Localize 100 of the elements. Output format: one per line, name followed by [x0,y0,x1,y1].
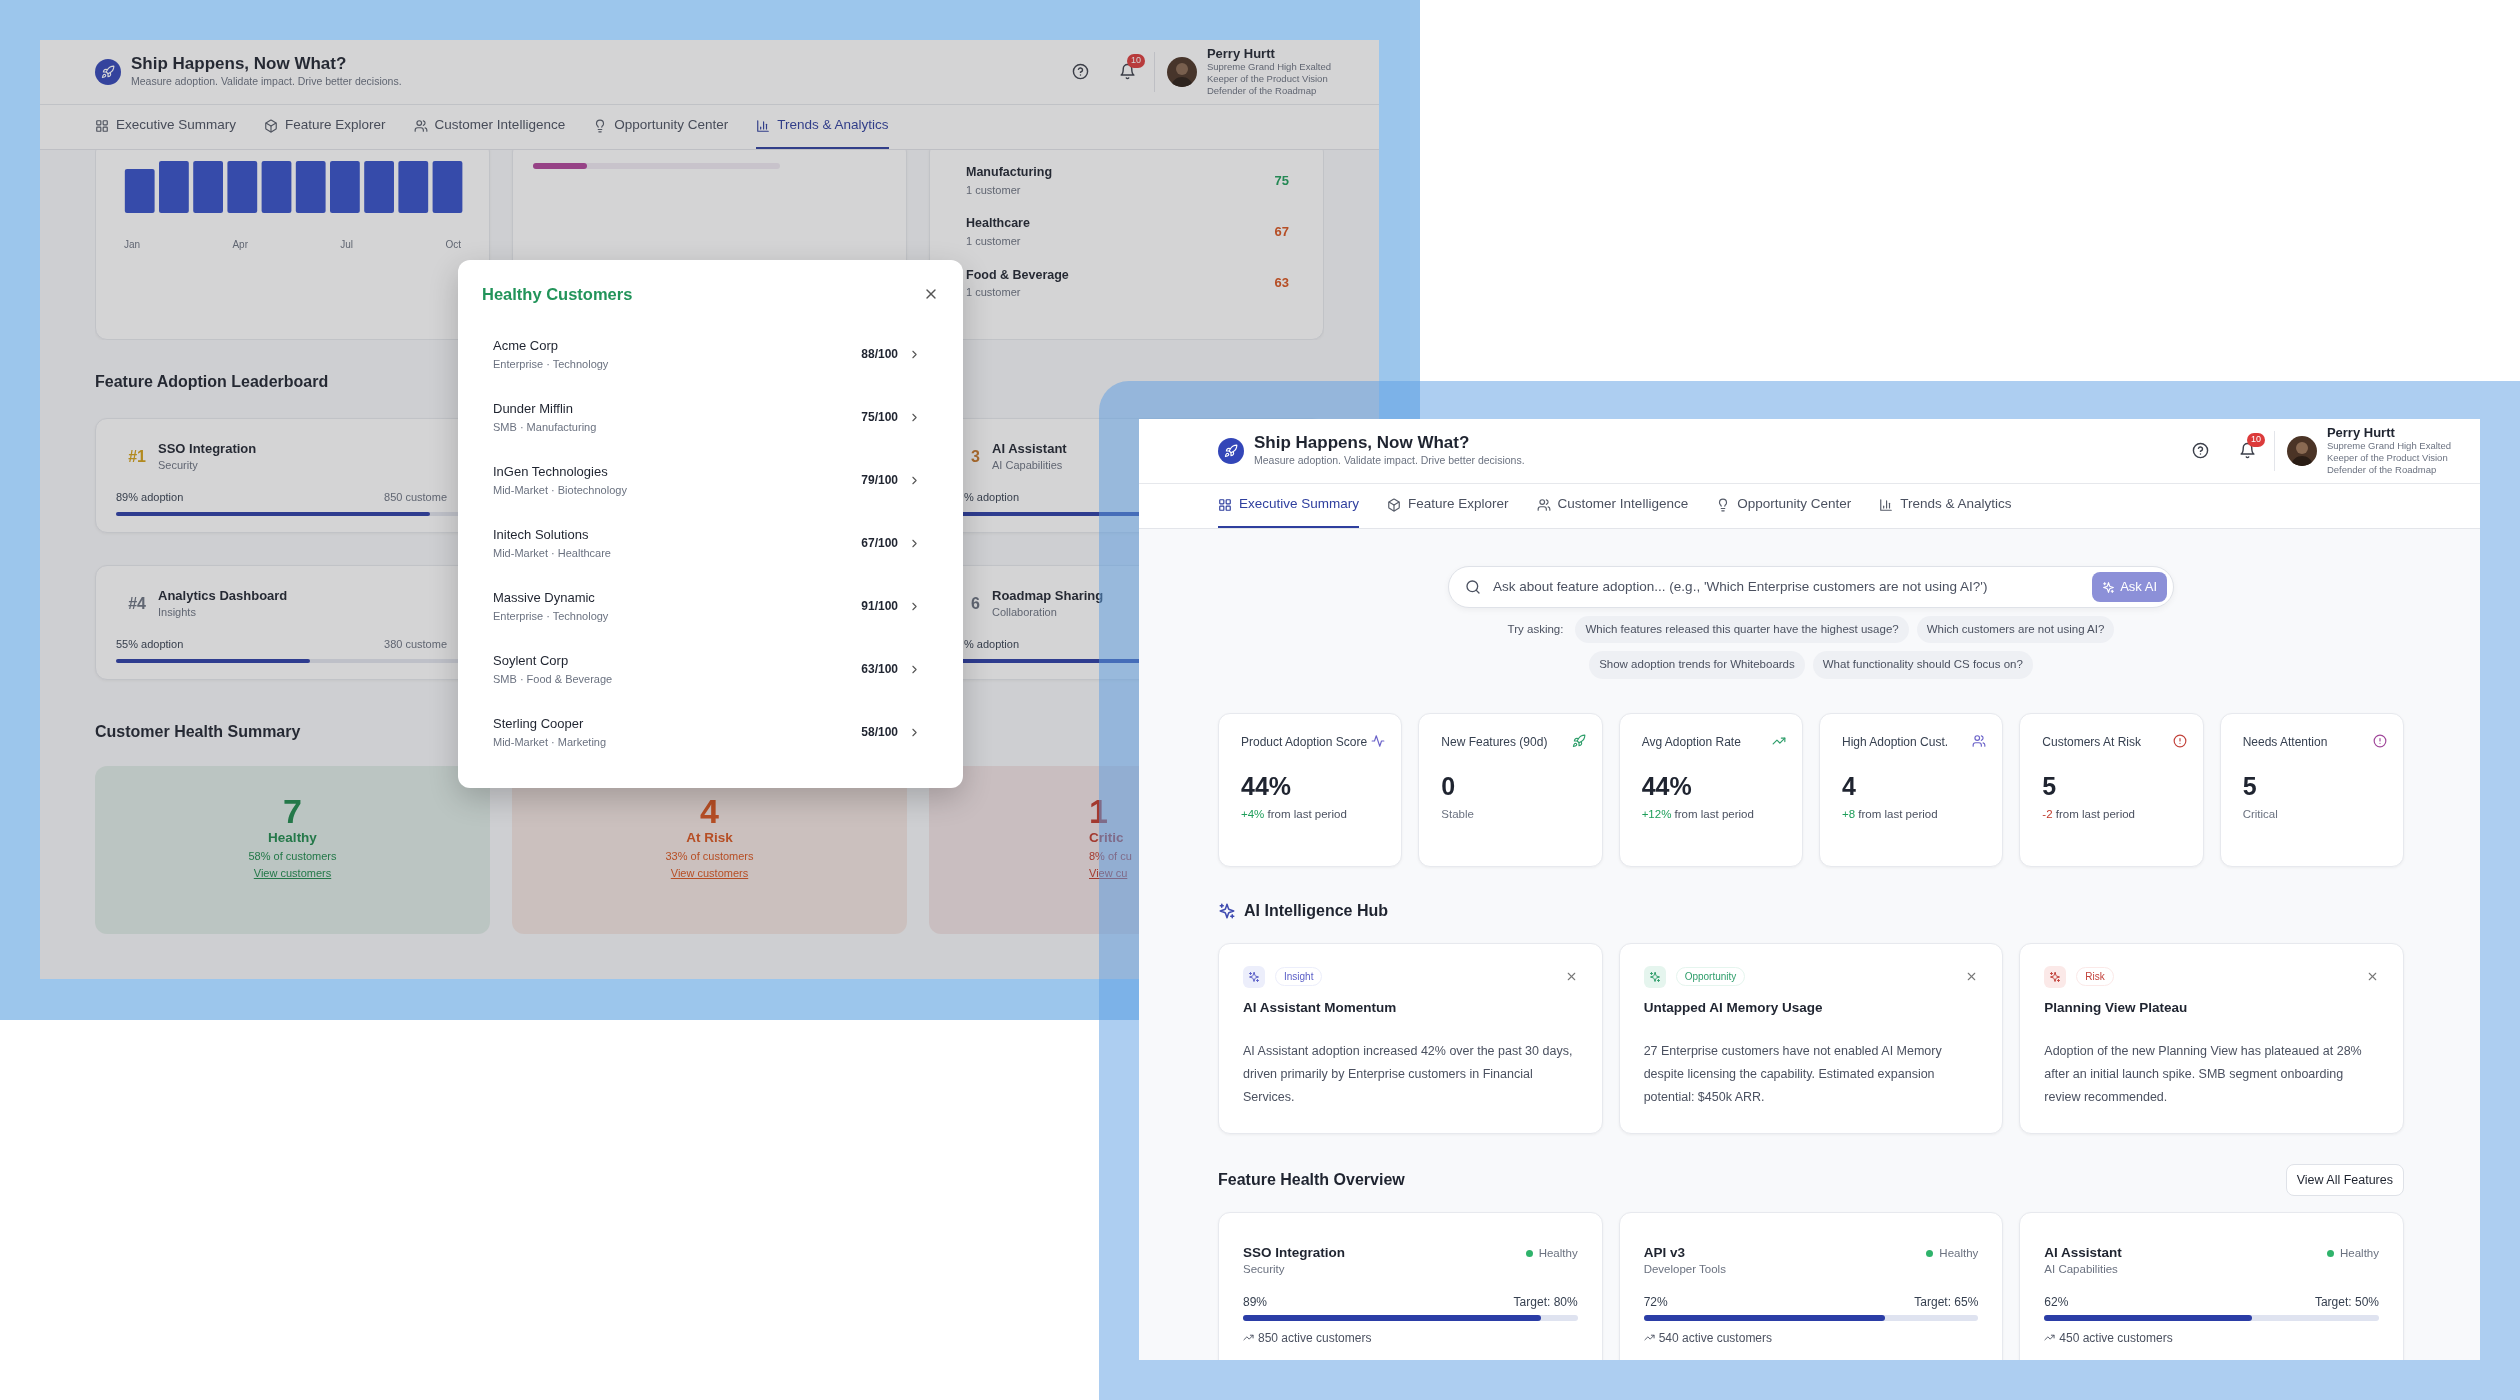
bell-icon[interactable] [1118,63,1136,81]
insight-text: AI Assistant adoption increased 42% over the past 30 days, driven primarily by Enterprise customers in Financial Services. [1243,1042,1574,1106]
suggestion-chip[interactable]: What functionality should CS focus on? [1812,651,2033,679]
metric-change: +12% from last period [1641,807,1755,823]
app-title: Ship Happens, Now What? [1254,433,1471,453]
active-customers: 450 active customers [2059,1329,2173,1347]
app-title: Ship Happens, Now What? [131,54,348,74]
pulse-icon [1371,733,1386,748]
metric-change: +4% from last period [1241,807,1348,823]
customer-row[interactable]: Initech Solutions Mid-Market · Healthcare 67/100 [482,511,939,575]
customer-details: Mid-Market · Biotechnology [493,482,627,498]
customer-row[interactable]: Soylent Corp SMB · Food & Beverage 63/100 [482,637,939,701]
customer-row[interactable]: InGen Technologies Mid-Market · Biotechnology 79/100 [482,448,939,512]
health-score: 88/100 [861,346,898,364]
nav-tab[interactable]: Feature Explorer [264,104,386,149]
help-icon[interactable] [2191,442,2209,460]
feature-category: Insights [158,604,197,620]
insight-tag: Insight [1275,967,1323,986]
industry-name: Food & Beverage [966,266,1069,284]
customer-count: 380 custome [384,637,447,653]
axis-label: Jan [124,238,141,252]
metric-change: Critical [2242,807,2279,823]
feature-name: Roadmap Sharing [992,588,1104,604]
user-title: Defender of the Roadmap [2326,464,2438,476]
suggestion-chip[interactable]: Show adoption trends for Whiteboards [1589,651,1805,679]
user-title: Supreme Grand High Exalted [2326,440,2451,453]
rank-label: 6 [970,594,980,615]
insight-text: 27 Enterprise customers have not enabled AI Memory despite licensing the capability. Estimated expansion potential: $450k ARR. [1643,1042,1943,1106]
section-title: Customer Health Summary [95,722,301,742]
adoption-rate: % adoption [964,637,1020,653]
bell-icon[interactable] [2238,442,2256,460]
nav-tab[interactable]: Opportunity Center [593,104,729,149]
active-customers: 850 active customers [1258,1329,1372,1347]
section-title: Feature Health Overview [1218,1169,1405,1190]
chart-bar [432,161,463,213]
status-label: Healthy [1939,1246,1979,1262]
alert-icon [2373,733,2387,748]
customer-name: Dunder Mifflin [493,400,574,419]
customer-count: 1 customer [966,234,1022,249]
customer-share: 8% of cu [1089,849,1132,865]
chart-bar [398,161,429,213]
status-label: Healthy [1538,1246,1578,1262]
avatar[interactable] [1166,57,1197,87]
metric-label: High Adoption Cust. [1842,733,1949,751]
metric-value: 44% [1241,772,1293,801]
feature-category: Developer Tools [1643,1262,1726,1278]
view-customers-link[interactable]: View cu [1089,864,1128,882]
insight-title: Untapped AI Memory Usage [1643,998,1824,1017]
view-all-button[interactable]: View All Features [2285,1163,2404,1197]
alert-icon [2172,733,2187,748]
nav-tab[interactable]: Opportunity Center [1716,483,1852,528]
suggestion-chip[interactable]: Which features released this quarter have the highest usage? [1575,616,1909,644]
chart-bar [295,161,326,213]
customer-name: Initech Solutions [493,526,590,545]
customer-name: Sterling Cooper [493,715,585,734]
nav-tab[interactable]: Feature Explorer [1387,483,1509,528]
prompt-label: Try asking: [1507,622,1564,637]
insight-tag: Opportunity [1675,967,1746,986]
chart-bar [330,161,360,213]
metric-value: 5 [2042,772,2058,801]
customer-row[interactable]: Acme Corp Enterprise · Technology 88/100 [482,322,939,386]
metric-value: 5 [2242,772,2258,801]
nav-tab[interactable]: Customer Intelligence [1536,483,1689,528]
user-title: Keeper of the Product Vision [2326,452,2449,465]
nav-tab[interactable]: Executive Summary [1218,483,1360,528]
bar-chart-icon [756,118,771,133]
customer-count: 7 [283,794,302,828]
feature-category: AI Capabilities [992,457,1064,473]
nav-tab[interactable]: Customer Intelligence [413,104,566,149]
chart-bar [364,161,394,213]
metric-label: Customers At Risk [2042,733,2142,751]
customer-details: SMB · Manufacturing [493,419,597,435]
users-icon [413,118,428,133]
avatar[interactable] [2286,436,2317,466]
customer-row[interactable]: Sterling Cooper Mid-Market · Marketing 58/100 [482,700,939,764]
health-score: 75 [1274,171,1289,190]
industry-name: Healthcare [966,215,1030,233]
target-label: Target: 50% [2314,1293,2379,1311]
customer-share: 33% of customers [665,849,754,865]
app-subtitle: Measure adoption. Validate impact. Drive better decisions. [131,73,402,89]
health-score: 67 [1274,223,1289,242]
suggestion-chip[interactable]: Which customers are not using AI? [1916,616,2115,644]
notification-badge: 10 [1126,54,1145,69]
customer-details: Enterprise · Technology [493,608,609,624]
rank-label: 3 [970,447,980,468]
health-score: 67/100 [861,535,898,553]
section-title: Feature Adoption Leaderboard [95,372,329,392]
adoption-rate: % adoption [964,490,1020,506]
health-score: 63 [1274,274,1289,293]
nav-tab[interactable]: Trends & Analytics [1879,483,2012,528]
feature-name: SSO Integration [1243,1245,1345,1262]
customer-details: Mid-Market · Marketing [493,734,607,750]
help-icon[interactable] [1071,63,1089,81]
close-icon[interactable] [2366,970,2379,983]
cube-icon [1387,497,1402,512]
nav-tab[interactable]: Executive Summary [95,104,237,149]
axis-label: Oct [445,238,461,252]
customer-row[interactable]: Massive Dynamic Enterprise · Technology 91/100 [482,574,939,638]
app-subtitle: Measure adoption. Validate impact. Drive better decisions. [1254,452,1525,468]
customer-row[interactable]: Dunder Mifflin SMB · Manufacturing 75/100 [482,385,939,449]
